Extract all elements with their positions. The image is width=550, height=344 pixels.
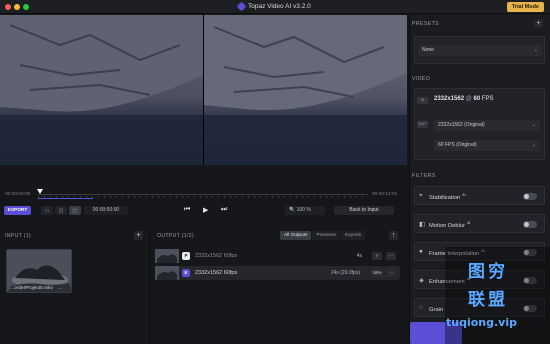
close-window-button[interactable]	[5, 4, 11, 10]
chevron-down-icon: ⌄	[533, 47, 538, 53]
output-thumbnail	[155, 249, 179, 263]
input-preview[interactable]	[0, 15, 203, 165]
complete-check-icon: ✓	[372, 252, 382, 260]
row-more-button[interactable]: ···	[386, 269, 396, 277]
output-preview[interactable]	[204, 15, 407, 165]
output-panel	[151, 228, 408, 344]
enhancement-icon: ◈	[419, 277, 424, 284]
title-bar: Topaz Video AI v3.2.0 Trial Mode	[0, 0, 550, 14]
filter-motion-deblur[interactable]: ◧ Motion Deblur AI	[414, 214, 545, 233]
out-tag: OUT	[417, 121, 428, 128]
timeline-track[interactable]	[38, 194, 368, 195]
input-file-name[interactable]: ...orderProject5.mkv ...	[10, 286, 62, 291]
tab-all-outputs[interactable]: All Outputs	[280, 231, 312, 240]
split-view-icon: ▯▯	[72, 207, 78, 214]
back-to-input-button[interactable]: Back to Input	[334, 206, 394, 215]
frame-interpolation-icon: ●	[419, 248, 423, 255]
next-frame-button[interactable]: ⏭	[221, 206, 227, 214]
preset-select[interactable]: None ⌄	[418, 45, 542, 56]
trial-mode-badge[interactable]: Trial Mode	[506, 2, 544, 12]
zoom-select[interactable]: 🔍 100 %	[285, 206, 325, 215]
chevron-down-icon: ⌄	[531, 142, 536, 148]
tab-previews[interactable]: Previews	[312, 231, 340, 240]
split-view-button[interactable]: ▯▯	[69, 206, 81, 215]
presets-header: PRESETS	[412, 21, 440, 27]
export-badge: E	[182, 269, 190, 277]
watermark-text-bottom: 联盟	[468, 290, 508, 310]
output-row-text: 2332x1562 60fps	[195, 253, 238, 259]
stabilization-icon: ⌖	[419, 192, 423, 199]
stabilization-toggle[interactable]	[523, 193, 537, 200]
previous-frame-button[interactable]: ⏮	[184, 206, 190, 214]
output-row-duration: 4s	[356, 253, 362, 259]
tab-exports[interactable]: Exports	[340, 231, 366, 240]
output-row-preview[interactable]: P 2332x1562 60fps 4s ✓ ···	[155, 249, 400, 263]
single-view-button[interactable]: ▭	[41, 206, 53, 215]
side-by-side-icon: ◫	[58, 207, 64, 214]
output-tabs: All Outputs Previews Exports	[280, 231, 366, 240]
skip-back-icon: ⏮	[184, 206, 191, 213]
plus-icon: +	[136, 232, 141, 239]
play-button[interactable]: ▶	[203, 206, 208, 214]
minimize-window-button[interactable]	[14, 4, 20, 10]
add-input-button[interactable]: +	[134, 231, 143, 240]
start-timecode: 00:00:00:00	[5, 192, 31, 197]
zoom-window-button[interactable]	[23, 4, 29, 10]
single-view-icon: ▭	[44, 207, 50, 214]
upload-icon: ↑	[391, 232, 396, 239]
output-upload-button[interactable]: ↑	[389, 231, 398, 240]
skip-forward-icon: ⏭	[221, 206, 228, 213]
in-tag: IN	[417, 97, 428, 104]
output-resolution-select[interactable]: 2332x1562 (Original) ⌄	[434, 120, 540, 131]
output-fps-select[interactable]: 60 FPS (Original) ⌄	[434, 140, 540, 151]
output-thumbnail	[155, 266, 179, 280]
output-row-export[interactable]: E 2332x1562 60fps 24s (29.0fps) 16% ···	[155, 266, 400, 280]
current-time-field[interactable]: 00:00:00:00	[84, 206, 128, 215]
input-spec: 2332x1562 @ 60 FPS	[434, 96, 494, 102]
topaz-logo-icon	[236, 1, 247, 12]
progress-chip: 16%	[371, 269, 383, 277]
side-by-side-button[interactable]: ◫	[55, 206, 67, 215]
add-preset-button[interactable]: +	[534, 19, 543, 28]
row-more-button[interactable]: ···	[386, 252, 396, 260]
preview-badge: P	[182, 252, 190, 260]
motion-deblur-toggle[interactable]	[523, 221, 537, 228]
window-title: Topaz Video AI v3.2.0	[236, 1, 311, 12]
play-icon: ▶	[203, 207, 209, 214]
zoom-icon: 🔍	[289, 207, 296, 213]
timeline-progress	[38, 198, 93, 199]
playhead-handle[interactable]	[37, 189, 43, 194]
chevron-down-icon: ⌄	[531, 122, 536, 128]
motion-deblur-icon: ◧	[419, 221, 426, 228]
output-row-text: 2332x1562 60fps	[195, 270, 238, 276]
end-timecode: 00:00:14:01	[372, 192, 398, 197]
file-more-button[interactable]: ...	[58, 286, 62, 291]
filters-header: FILTERS	[412, 173, 436, 179]
watermark-url: tuqiong.vip	[446, 316, 517, 329]
output-header: OUTPUT (1/2)	[157, 233, 194, 239]
presets-box: None ⌄	[414, 36, 545, 64]
filter-stabilization[interactable]: ⌖ Stabilization AI	[414, 186, 545, 205]
grain-icon: ○	[419, 304, 423, 311]
watermark-text-top: 图穷	[468, 262, 508, 282]
plus-icon: +	[536, 20, 541, 27]
video-header: VIDEO	[412, 76, 431, 82]
output-row-duration: 24s (29.0fps)	[330, 270, 360, 276]
input-header: INPUT (1)	[5, 233, 31, 239]
export-button[interactable]: EXPORT	[4, 206, 31, 215]
